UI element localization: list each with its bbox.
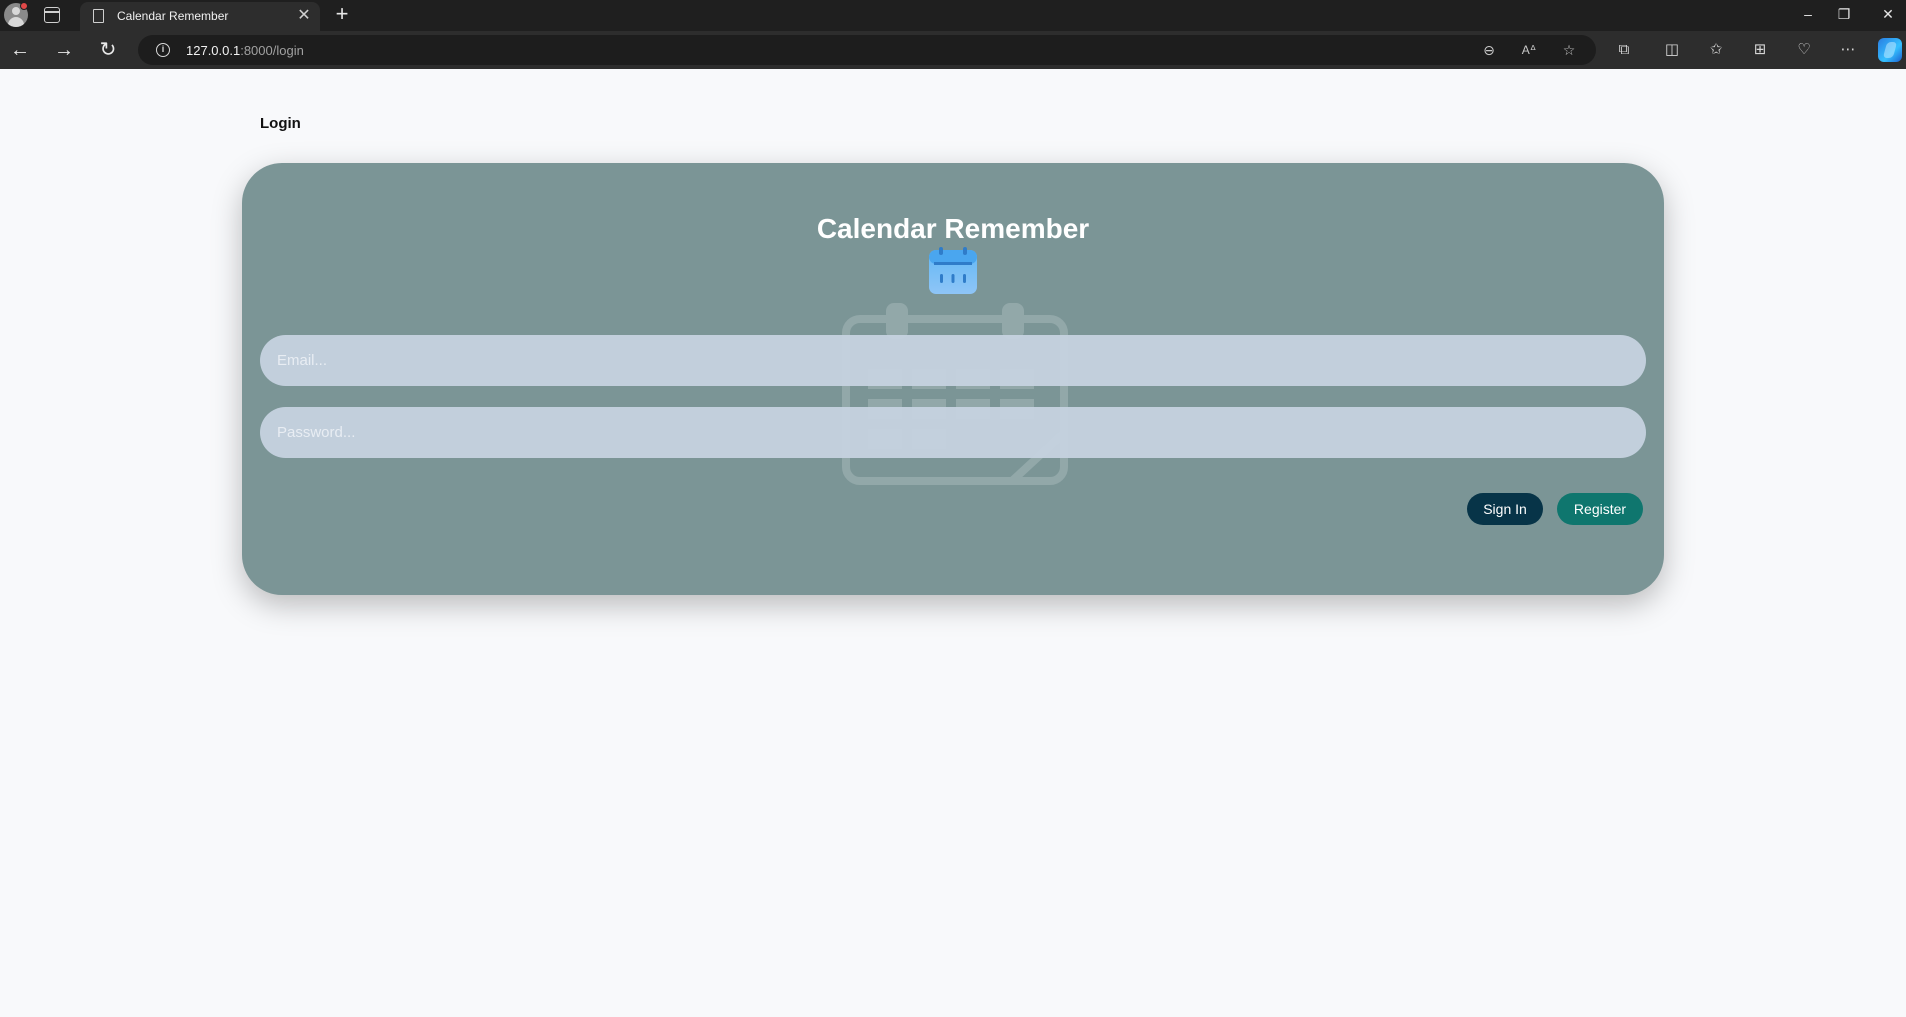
address-bar[interactable]: i 127.0.0.1:8000/login ⊖ Aᐞ ☆ [138, 35, 1596, 65]
new-tab-icon[interactable]: + [330, 2, 354, 26]
copilot-icon[interactable] [1878, 38, 1902, 62]
password-field[interactable] [260, 407, 1646, 458]
calendar-icon [929, 247, 977, 294]
app-title: Calendar Remember [816, 213, 1090, 244]
split-screen-icon[interactable]: ◫ [1658, 36, 1686, 64]
register-button[interactable]: Register [1557, 493, 1643, 525]
extensions-icon[interactable]: ⧉ [1610, 36, 1638, 64]
collections-icon[interactable]: ⊞ [1746, 36, 1774, 64]
tab-actions-icon[interactable] [44, 7, 60, 23]
forward-icon[interactable]: → [50, 36, 78, 64]
login-card: Calendar Remember Sign In Register [242, 163, 1664, 595]
close-window-icon[interactable]: ✕ [1866, 0, 1906, 28]
browser-toolbar: ← → ↻ i 127.0.0.1:8000/login ⊖ Aᐞ ☆ ⧉ ◫ … [0, 31, 1906, 69]
refresh-icon[interactable]: ↻ [94, 36, 122, 64]
url-text[interactable]: 127.0.0.1:8000/login [186, 43, 304, 58]
page-icon [93, 9, 104, 23]
read-aloud-icon[interactable]: Aᐞ [1518, 39, 1540, 61]
favorites-icon[interactable]: ✩ [1702, 36, 1730, 64]
restore-icon[interactable]: ❐ [1822, 0, 1866, 28]
tab-title: Calendar Remember [117, 9, 229, 23]
browser-tab-active[interactable]: Calendar Remember ✕ [80, 2, 320, 31]
favorite-star-icon[interactable]: ☆ [1558, 39, 1580, 61]
more-menu-icon[interactable]: ⋯ [1834, 36, 1862, 64]
email-field[interactable] [260, 335, 1646, 386]
sign-in-button[interactable]: Sign In [1467, 493, 1543, 525]
page-content: Login Calendar Remember Email... Sign In… [0, 69, 1906, 1017]
close-tab-icon[interactable]: ✕ [294, 6, 314, 26]
browser-essentials-icon[interactable]: ♡ [1790, 36, 1818, 64]
back-icon[interactable]: ← [6, 36, 34, 64]
nav-login-link[interactable]: Login [260, 115, 301, 132]
notification-dot-icon [20, 2, 28, 10]
site-info-icon[interactable]: i [156, 43, 170, 57]
browser-tab-bar: Calendar Remember ✕ + – ❐ ✕ [0, 0, 1906, 31]
zoom-out-icon[interactable]: ⊖ [1478, 39, 1500, 61]
